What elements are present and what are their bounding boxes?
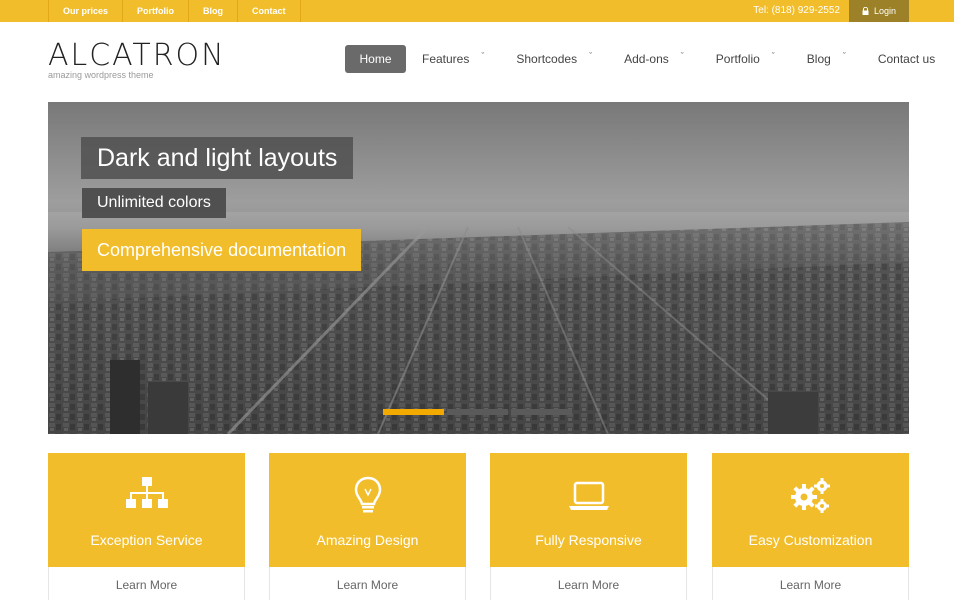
slider-dot-2[interactable]	[447, 409, 508, 415]
slider-dot-1[interactable]	[383, 409, 444, 415]
feature-header: Fully Responsive	[490, 453, 687, 567]
top-link-blog[interactable]: Blog	[189, 0, 239, 22]
feature-title: Easy Customization	[748, 532, 873, 548]
nav-item-home[interactable]: Home	[345, 45, 406, 73]
slider-dot-3[interactable]	[511, 409, 572, 415]
nav-item-contact-us[interactable]: Contact us	[862, 45, 951, 73]
nav-label: Portfolio	[715, 52, 760, 66]
feature-header: Easy Customization	[712, 453, 909, 567]
feature-title: Fully Responsive	[535, 532, 642, 548]
sitemap-icon	[125, 477, 168, 508]
nav-label: Shortcodes	[516, 52, 578, 66]
top-bar: Our prices Portfolio Blog Contact Tel: (…	[0, 0, 954, 22]
nav-item-add-ons[interactable]: Add-ons ˇ	[608, 45, 700, 73]
hero-caption-layouts: Dark and light layouts	[81, 137, 354, 179]
learn-more-link[interactable]: Learn More	[48, 567, 245, 600]
learn-more-link[interactable]: Learn More	[490, 567, 687, 600]
feature-title: Amazing Design	[316, 532, 419, 548]
top-link-contact[interactable]: Contact	[238, 0, 301, 22]
slider-pagination	[383, 409, 572, 415]
chevron-down-icon: ˇ	[680, 51, 684, 61]
top-links: Our prices Portfolio Blog Contact	[48, 0, 301, 22]
chevron-down-icon: ˇ	[842, 51, 846, 61]
nav-item-shortcodes[interactable]: Shortcodes ˇ	[500, 45, 608, 73]
feature-box-amazing-design: Amazing Design Learn More	[269, 453, 466, 600]
logo-title: ALCATRON	[48, 38, 226, 73]
nav-label: Features	[422, 52, 470, 66]
chevron-down-icon: ˇ	[771, 51, 775, 61]
nav-label: Contact us	[877, 52, 936, 66]
nav-label: Home	[359, 52, 392, 66]
main-nav: Home Features ˇ Shortcodes ˇ Add-ons ˇ P…	[345, 45, 951, 73]
hero-slider[interactable]: Dark and light layouts Unlimited colors …	[48, 102, 909, 434]
feature-box-fully-responsive: Fully Responsive Learn More	[490, 453, 687, 600]
feature-title: Exception Service	[90, 532, 203, 548]
nav-item-portfolio[interactable]: Portfolio ˇ	[700, 45, 791, 73]
chevron-down-icon: ˇ	[481, 51, 485, 61]
site-logo[interactable]: ALCATRON amazing wordpress theme	[48, 38, 226, 81]
login-label: Login	[873, 6, 897, 16]
laptop-icon	[568, 481, 609, 510]
hero-caption-colors: Unlimited colors	[82, 188, 226, 218]
page: Our prices Portfolio Blog Contact Tel: (…	[0, 0, 954, 600]
login-button[interactable]: Login	[849, 0, 909, 22]
hero-caption-documentation: Comprehensive documentation	[82, 229, 362, 271]
learn-more-link[interactable]: Learn More	[269, 567, 466, 600]
learn-more-link[interactable]: Learn More	[712, 567, 909, 600]
feature-header: Exception Service	[48, 453, 245, 567]
nav-label: Add-ons	[624, 52, 669, 66]
top-link-portfolio[interactable]: Portfolio	[123, 0, 190, 22]
feature-box-easy-customization: Easy Customization Learn More	[712, 453, 909, 600]
chevron-down-icon: ˇ	[589, 51, 593, 61]
feature-header: Amazing Design	[269, 453, 466, 567]
gears-icon	[790, 478, 830, 513]
lightbulb-icon	[354, 476, 381, 513]
lock-icon	[862, 6, 869, 15]
feature-box-exception-service: Exception Service Learn More	[48, 453, 245, 600]
phone-number: Tel: (818) 929-2552	[753, 5, 840, 16]
nav-item-features[interactable]: Features ˇ	[406, 45, 500, 73]
nav-item-blog[interactable]: Blog ˇ	[791, 45, 862, 73]
top-link-our-prices[interactable]: Our prices	[49, 0, 124, 22]
nav-label: Blog	[806, 52, 831, 66]
